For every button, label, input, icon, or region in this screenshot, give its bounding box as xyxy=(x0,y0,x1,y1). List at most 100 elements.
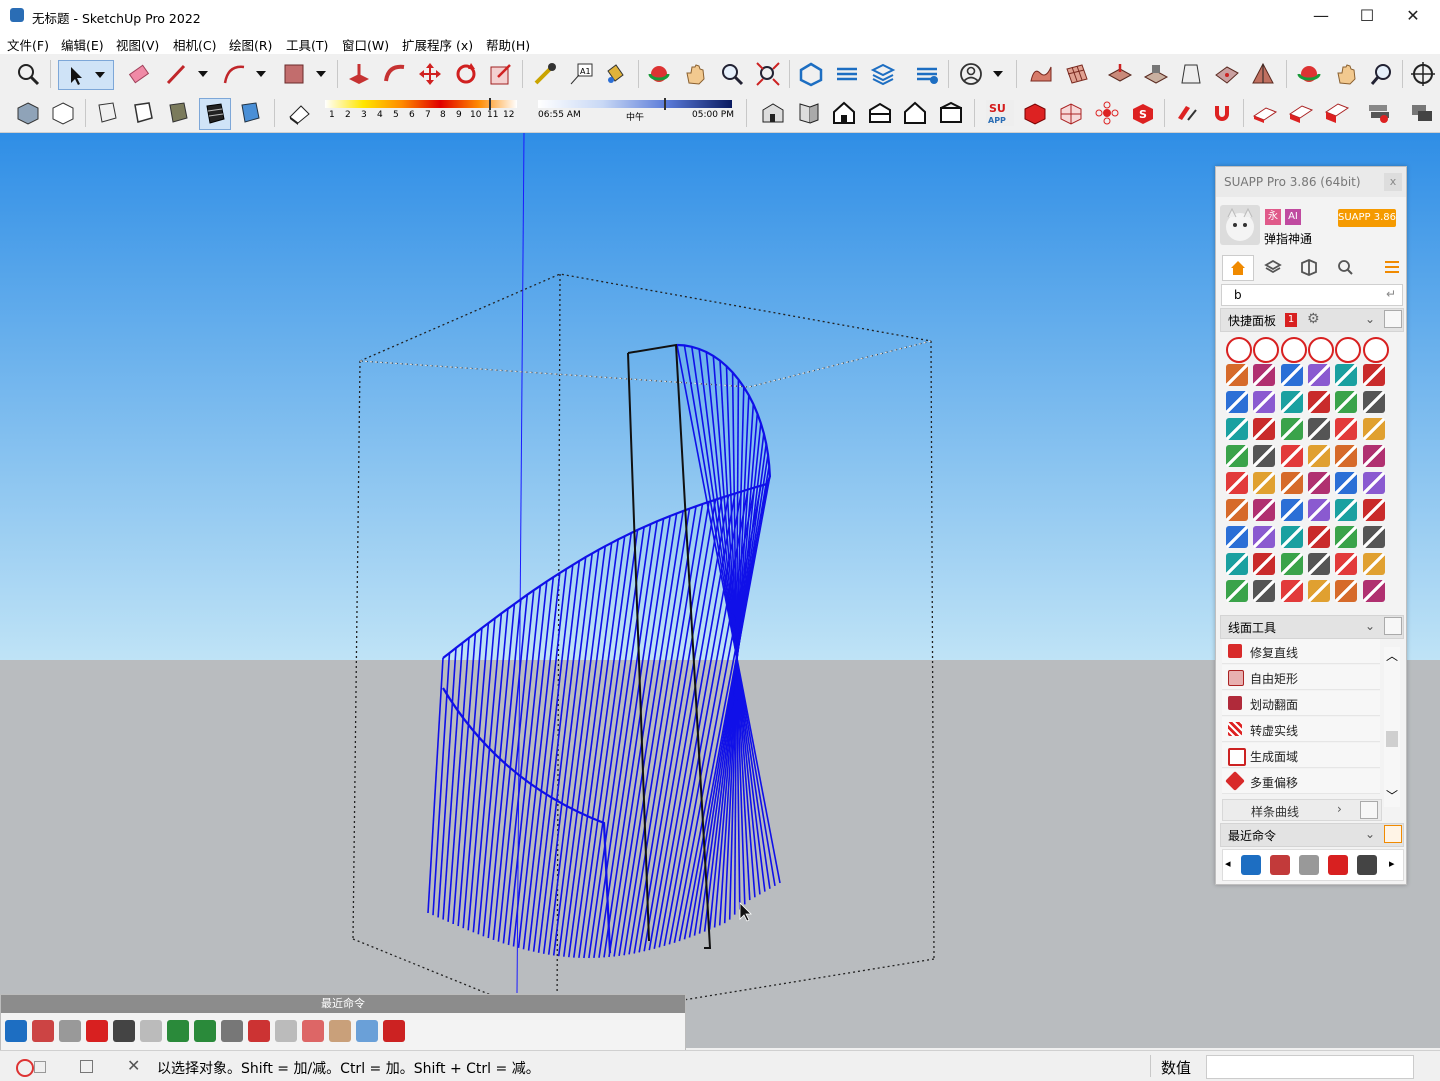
quick-tool-icon[interactable] xyxy=(1362,472,1385,494)
menu-view[interactable]: 视图(V) xyxy=(116,35,159,54)
quick-tool-icon[interactable] xyxy=(1253,445,1276,467)
suapp-box-icon[interactable] xyxy=(1022,100,1048,126)
drape-icon[interactable] xyxy=(1178,61,1204,87)
recent-command-icon[interactable] xyxy=(1270,855,1290,875)
quick-tool-icon[interactable] xyxy=(1280,553,1303,575)
quick-tool-icon[interactable] xyxy=(1362,445,1385,467)
quick-tool-icon[interactable] xyxy=(1226,364,1248,386)
warehouse-icon[interactable] xyxy=(798,61,824,87)
quick-panel-header[interactable]: 快捷面板 1 ⚙ ⌄ xyxy=(1220,308,1404,332)
quick-tool-icon[interactable] xyxy=(1253,580,1276,602)
suapp-stack-icon[interactable] xyxy=(1366,100,1392,126)
quick-tool-icon[interactable] xyxy=(1226,472,1248,494)
menu-window[interactable]: 窗口(W) xyxy=(342,35,389,54)
quick-tool-icon[interactable] xyxy=(1307,364,1330,386)
quick-tool-icon[interactable] xyxy=(1335,526,1358,548)
gear-icon[interactable]: ⚙ xyxy=(1307,311,1320,327)
recent-header[interactable]: 最近命令 ⌄ xyxy=(1220,823,1404,847)
recent-command-icon[interactable] xyxy=(194,1020,216,1042)
quick-tool-icon[interactable] xyxy=(1362,391,1385,413)
follow-me-icon[interactable] xyxy=(382,61,408,87)
quick-tool-icon[interactable] xyxy=(1362,418,1385,440)
recent-command-icon[interactable] xyxy=(383,1020,405,1042)
layers-icon[interactable] xyxy=(870,61,896,87)
recent-command-icon[interactable] xyxy=(113,1020,135,1042)
menu-edit[interactable]: 编辑(E) xyxy=(61,35,104,54)
quick-tool-icon[interactable] xyxy=(1226,445,1248,467)
back-view-icon[interactable] xyxy=(902,100,928,126)
suapp-mirror-icon[interactable] xyxy=(1174,100,1200,126)
tab-components[interactable] xyxy=(1294,255,1324,279)
xray-view-icon[interactable] xyxy=(50,100,76,126)
month-slider-thumb[interactable] xyxy=(489,98,491,110)
menu-extensions[interactable]: 扩展程序 (x) xyxy=(402,35,473,54)
quick-tool-icon[interactable] xyxy=(1362,553,1385,575)
quick-tool-icon[interactable] xyxy=(1307,391,1330,413)
chevron-up-icon[interactable]: ︿ xyxy=(1386,647,1398,664)
iso-house-icon[interactable] xyxy=(760,100,786,126)
menu-help[interactable]: 帮助(H) xyxy=(486,35,530,54)
quick-tool-icon[interactable] xyxy=(1307,472,1330,494)
suapp-flower-icon[interactable] xyxy=(1094,100,1120,126)
hidden-line-style-icon[interactable] xyxy=(130,100,156,126)
line-tool-icon[interactable] xyxy=(164,61,214,87)
line-tool-item[interactable]: 转虚实线 xyxy=(1222,717,1380,742)
rotate-icon[interactable] xyxy=(453,61,479,87)
quick-tool-icon[interactable] xyxy=(1253,337,1280,363)
extension-warehouse-icon[interactable] xyxy=(834,61,860,87)
tab-home[interactable] xyxy=(1222,255,1254,281)
left-view-icon[interactable] xyxy=(938,100,964,126)
quick-tool-icon[interactable] xyxy=(1335,499,1358,521)
recent-command-icon[interactable] xyxy=(221,1020,243,1042)
iso-view-icon[interactable] xyxy=(15,100,41,126)
orbit-icon[interactable] xyxy=(646,61,672,87)
quick-tool-icon[interactable] xyxy=(1335,445,1358,467)
list-menu-icon[interactable] xyxy=(1380,255,1404,279)
chevron-down-icon[interactable]: ⌄ xyxy=(1365,619,1375,633)
quick-tool-icon[interactable] xyxy=(1307,553,1330,575)
zoom-icon[interactable] xyxy=(719,61,745,87)
instructor-icon[interactable] xyxy=(80,1060,93,1073)
quick-tool-icon[interactable] xyxy=(1307,526,1330,548)
avatar[interactable] xyxy=(1220,205,1260,245)
quick-tool-icon[interactable] xyxy=(1335,472,1358,494)
time-slider-track[interactable] xyxy=(538,100,732,108)
quick-tool-icon[interactable] xyxy=(1280,445,1303,467)
recent-command-icon[interactable] xyxy=(1328,855,1348,875)
menu-file[interactable]: 文件(F) xyxy=(7,35,49,54)
eraser-icon[interactable] xyxy=(126,61,152,87)
popout-icon[interactable] xyxy=(1384,310,1402,328)
quick-tool-icon[interactable] xyxy=(1280,526,1303,548)
menu-tools[interactable]: 工具(T) xyxy=(286,35,328,54)
look-zoom-icon[interactable] xyxy=(1369,61,1395,87)
suapp-grid-box-icon[interactable] xyxy=(1058,100,1084,126)
line-tools-header[interactable]: 线面工具 ⌄ xyxy=(1220,615,1404,639)
walk-hand-icon[interactable] xyxy=(1334,61,1360,87)
shaded-style-icon[interactable] xyxy=(165,100,191,126)
minimize-button[interactable]: — xyxy=(1298,0,1344,32)
recent-command-icon[interactable] xyxy=(1241,855,1261,875)
quick-tool-icon[interactable] xyxy=(1226,391,1248,413)
quick-tool-icon[interactable] xyxy=(1280,337,1307,363)
quick-tool-icon[interactable] xyxy=(1280,580,1303,602)
quick-tool-icon[interactable] xyxy=(1280,418,1303,440)
measurements-input[interactable] xyxy=(1206,1055,1414,1079)
recent-command-icon[interactable] xyxy=(5,1020,27,1042)
maximize-button[interactable]: ☐ xyxy=(1344,0,1390,32)
close-icon[interactable]: ✕ xyxy=(127,1056,140,1075)
suapp-magnet-icon[interactable] xyxy=(1209,100,1235,126)
quick-tool-icon[interactable] xyxy=(1280,472,1303,494)
quick-tool-icon[interactable] xyxy=(1253,499,1276,521)
recent-command-icon[interactable] xyxy=(1357,855,1377,875)
zoom-window-icon[interactable] xyxy=(15,61,41,87)
time-slider-thumb[interactable] xyxy=(664,98,666,110)
shaded-textures-style-icon[interactable] xyxy=(199,98,231,130)
quick-tool-icon[interactable] xyxy=(1280,391,1303,413)
popout-icon[interactable] xyxy=(1384,617,1402,635)
recent-command-icon[interactable] xyxy=(302,1020,324,1042)
quick-tool-icon[interactable] xyxy=(1307,499,1330,521)
quick-tool-icon[interactable] xyxy=(1253,391,1276,413)
suapp-logo-icon[interactable]: SU APP xyxy=(986,100,1014,126)
quick-tool-icon[interactable] xyxy=(1335,391,1358,413)
monochrome-style-icon[interactable] xyxy=(237,100,263,126)
